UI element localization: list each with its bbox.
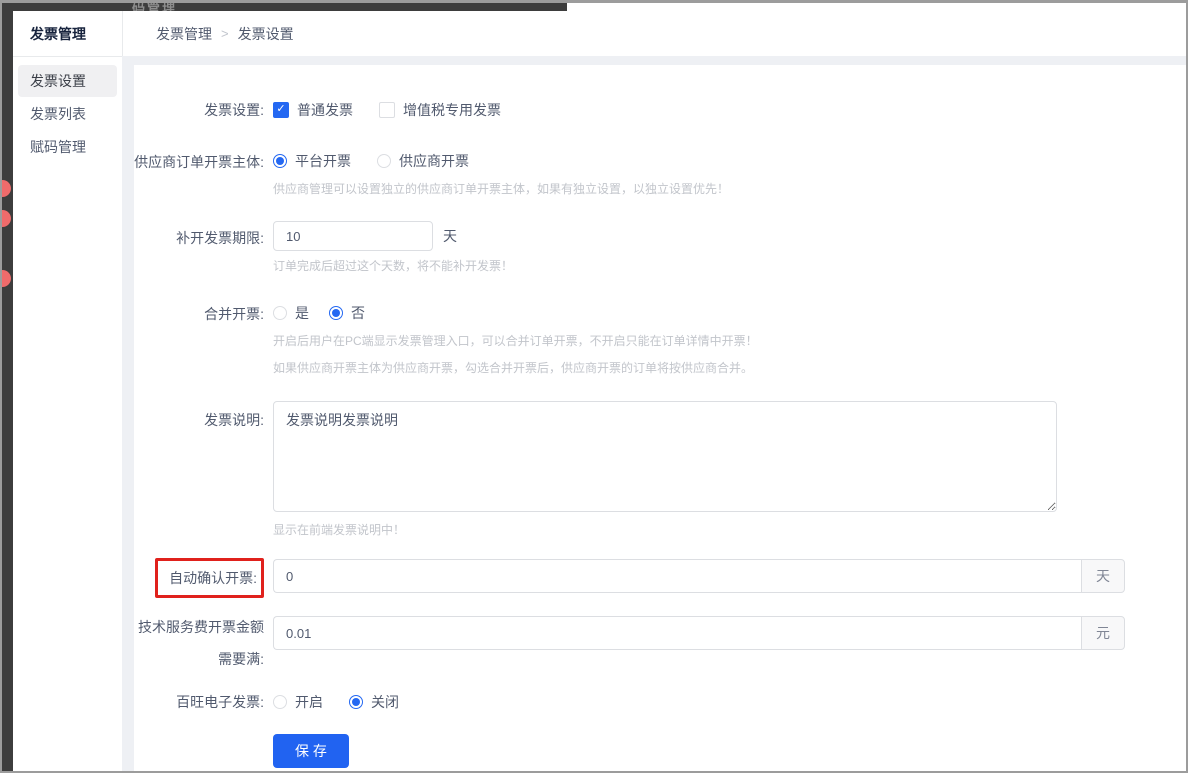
form-row-invoice-setting: 发票设置: ✓ 普通发票 增值税专用发票 (134, 99, 1146, 120)
main-area: 发票管理 > 发票设置 发票设置: ✓ 普通发票 增值税专用发票 (122, 11, 1186, 771)
checkbox-ordinary-invoice[interactable]: ✓ 普通发票 (273, 100, 353, 120)
form-row-merge-invoice: 合并开票: 是 否 开启后用户在PC端显示发票管理 (134, 303, 1146, 377)
invoice-desc-label: 发票说明: (134, 401, 264, 539)
merge-invoice-help-2: 如果供应商开票主体为供应商开票，勾选合并开票后，供应商开票的订单将按供应商合并。 (273, 360, 1146, 377)
radio-selected-icon[interactable] (273, 154, 287, 168)
supplier-subject-label: 供应商订单开票主体: (134, 151, 264, 198)
checkbox-vat-special-invoice[interactable]: 增值税专用发票 (379, 100, 501, 120)
auto-confirm-input[interactable] (273, 559, 1081, 593)
form-row-save: 保 存 (134, 734, 1146, 768)
checkbox-label: 增值税专用发票 (403, 100, 501, 120)
radio-label: 否 (351, 303, 365, 323)
radio-selected-icon[interactable] (329, 306, 343, 320)
baiwang-label: 百旺电子发票: (134, 691, 264, 712)
tech-fee-label-line1: 技术服务费开票金额 (134, 611, 264, 643)
form-row-reissue-period: 补开发票期限: 天 订单完成后超过这个天数，将不能补开发票！ (134, 221, 1146, 275)
notification-badge (0, 180, 11, 197)
baiwang-options: 开启 关闭 (273, 691, 1146, 712)
invoice-desc-controls: 发票说明发票说明 显示在前端发票说明中！ (273, 401, 1146, 539)
radio-merge-yes[interactable]: 是 (273, 303, 309, 323)
reissue-period-unit: 天 (443, 226, 457, 246)
radio-selected-icon[interactable] (349, 695, 363, 709)
invoice-setting-options: ✓ 普通发票 增值税专用发票 (273, 99, 1146, 120)
app-window: 码管理 发票管理 发票设置 发票列表 赋码管理 发票管理 > 发票设置 发票设置… (0, 0, 1188, 773)
reissue-period-controls: 天 订单完成后超过这个天数，将不能补开发票！ (273, 221, 1146, 275)
tech-fee-controls: 元 (273, 616, 1146, 675)
breadcrumb: 发票管理 > 发票设置 (122, 11, 1186, 56)
top-clipped-bar: 码管理 (2, 3, 567, 11)
content-background: 发票设置: ✓ 普通发票 增值税专用发票 供应商订单开票主体: (122, 56, 1186, 771)
notification-badge (0, 210, 11, 227)
auto-confirm-controls: 天 (273, 559, 1146, 598)
merge-invoice-help-1: 开启后用户在PC端显示发票管理入口，可以合并订单开票，不开启只能在订单详情中开票… (273, 333, 1146, 350)
merge-invoice-controls: 是 否 开启后用户在PC端显示发票管理入口，可以合并订单开票，不开启只能在订单详… (273, 303, 1146, 377)
merge-invoice-label: 合并开票: (134, 303, 264, 377)
notification-badge (0, 270, 11, 287)
radio-unselected-icon[interactable] (273, 306, 287, 320)
radio-label: 平台开票 (295, 151, 351, 171)
radio-unselected-icon[interactable] (273, 695, 287, 709)
checkbox-unchecked-icon[interactable] (379, 102, 395, 118)
invoice-desc-help: 显示在前端发票说明中！ (273, 522, 1146, 539)
auto-confirm-label: 自动确认开票: (169, 570, 257, 586)
radio-supplier-invoicing[interactable]: 供应商开票 (377, 151, 469, 171)
invoice-desc-textarea[interactable]: 发票说明发票说明 (273, 401, 1057, 512)
sidebar-title: 发票管理 (13, 11, 122, 57)
checkbox-checked-icon[interactable]: ✓ (273, 102, 289, 118)
tech-fee-unit: 元 (1081, 616, 1125, 650)
save-button[interactable]: 保 存 (273, 734, 349, 768)
breadcrumb-item-invoice-management[interactable]: 发票管理 (156, 24, 212, 44)
checkbox-label: 普通发票 (297, 100, 353, 120)
supplier-subject-options: 平台开票 供应商开票 (273, 151, 1146, 171)
merge-invoice-options: 是 否 (273, 303, 1146, 323)
radio-merge-no[interactable]: 否 (329, 303, 365, 323)
radio-baiwang-on[interactable]: 开启 (273, 692, 323, 712)
sidebar-item-invoice-list[interactable]: 发票列表 (18, 98, 117, 130)
left-edge-bar (2, 3, 13, 771)
sidebar-item-code-management[interactable]: 赋码管理 (18, 131, 117, 163)
breadcrumb-separator-icon: > (221, 26, 229, 41)
form-row-supplier-subject: 供应商订单开票主体: 平台开票 供应商开票 供应商 (134, 151, 1146, 198)
radio-baiwang-off[interactable]: 关闭 (349, 692, 399, 712)
tech-fee-label: 技术服务费开票金额 需要满: (134, 610, 264, 675)
settings-card: 发票设置: ✓ 普通发票 增值税专用发票 供应商订单开票主体: (134, 65, 1186, 771)
sidebar-menu: 发票设置 发票列表 赋码管理 (13, 57, 122, 163)
reissue-period-help: 订单完成后超过这个天数，将不能补开发票！ (273, 258, 1146, 275)
radio-platform-invoicing[interactable]: 平台开票 (273, 151, 351, 171)
form-row-invoice-desc: 发票说明: 发票说明发票说明 显示在前端发票说明中！ (134, 401, 1146, 539)
form-row-auto-confirm: 自动确认开票: 天 (134, 559, 1146, 598)
auto-confirm-unit: 天 (1081, 559, 1125, 593)
radio-label: 关闭 (371, 692, 399, 712)
reissue-period-input[interactable] (273, 221, 433, 251)
supplier-subject-help: 供应商管理可以设置独立的供应商订单开票主体，如果有独立设置，以独立设置优先！ (273, 181, 1146, 198)
invoice-setting-label: 发票设置: (134, 99, 264, 120)
radio-unselected-icon[interactable] (377, 154, 391, 168)
supplier-subject-controls: 平台开票 供应商开票 供应商管理可以设置独立的供应商订单开票主体，如果有独立设置… (273, 151, 1146, 198)
radio-label: 是 (295, 303, 309, 323)
red-annotation-box: 自动确认开票: (155, 558, 264, 598)
radio-label: 供应商开票 (399, 151, 469, 171)
form-row-baiwang: 百旺电子发票: 开启 关闭 (134, 691, 1146, 712)
tech-fee-label-line2: 需要满: (134, 643, 264, 675)
sidebar-item-invoice-settings[interactable]: 发票设置 (18, 65, 117, 97)
sidebar: 发票管理 发票设置 发票列表 赋码管理 (13, 11, 122, 771)
auto-confirm-label-cell: 自动确认开票: (134, 559, 264, 598)
tech-fee-input[interactable] (273, 616, 1081, 650)
form-row-tech-fee: 技术服务费开票金额 需要满: 元 (134, 616, 1146, 675)
radio-label: 开启 (295, 692, 323, 712)
top-clipped-text: 码管理 (132, 3, 177, 11)
reissue-period-label: 补开发票期限: (134, 221, 264, 275)
breadcrumb-item-invoice-settings[interactable]: 发票设置 (238, 24, 294, 44)
